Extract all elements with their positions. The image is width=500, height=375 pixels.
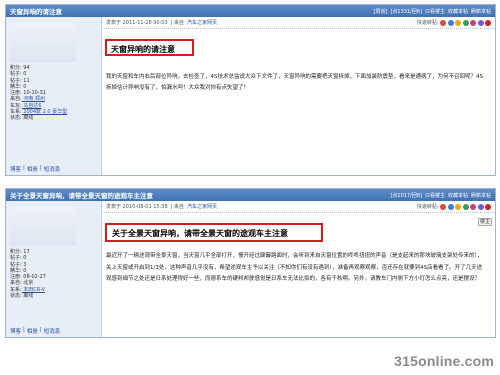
stat-value: 3 xyxy=(21,261,27,268)
author-actions: 博客 | 相册 | 短消息 xyxy=(10,327,61,335)
only-author-link[interactable]: 只看楼主 xyxy=(425,8,445,15)
stat-label: 精华: xyxy=(10,267,22,274)
post-title[interactable]: 天窗异响的请注意 xyxy=(10,6,62,16)
stat-label: 帖子: xyxy=(10,261,22,268)
stat-value: 离线 xyxy=(21,115,34,122)
only-author-link[interactable]: 只看楼主 xyxy=(425,192,445,199)
share-icon[interactable] xyxy=(477,19,484,26)
avatar[interactable] xyxy=(10,206,76,246)
watermark: 315online.com xyxy=(394,353,494,369)
share-icon[interactable] xyxy=(440,19,446,26)
post-1: 天窗异响的请注意 [原创] [点1331/回6] 只看楼主 收藏本帖 刷新本帖 … xyxy=(5,4,496,176)
highlighted-heading: 天窗异响的请注意 xyxy=(105,39,194,56)
share-icon[interactable] xyxy=(485,19,491,26)
stat-value[interactable]: 河南 郑州 xyxy=(22,96,45,102)
thread-tools: [原创] [点1331/回6] 只看楼主 收藏本帖 刷新本帖 xyxy=(374,8,491,15)
blog-link[interactable]: 博客 xyxy=(10,165,21,173)
stat-label: 精华: xyxy=(10,83,22,90)
thread-tools: [点1017/回8] 只看楼主 收藏本帖 刷新本帖 xyxy=(390,192,491,199)
stat-value: 0 xyxy=(21,255,27,262)
stat-value: 0 xyxy=(21,267,27,274)
post-title-bar: 关于全景天窗异响，请带全景天窗的途观车主注意 [点1017/回8] 只看楼主 收… xyxy=(6,189,495,201)
stat-label: 来自: xyxy=(10,280,22,287)
post-content: 最近开了一辆途观带全景天窗，当天窗几乎全部打开，慢开经过颠簸路面时，会听到来自天… xyxy=(106,253,483,282)
author-sidebar: 积分: 17 帖子: 0 帖子: 3 精华: 0 注册: 08-02-27 来自: 北京车… xyxy=(6,201,102,337)
post-meta: 发表于 2011-11-28 00:03 | 来自 汽车之家网页 快速转贴: xyxy=(102,17,495,29)
stat-value: 11 xyxy=(21,77,30,84)
highlighted-heading: 关于全景天窗异响，请带全景天窗的途观车主注意 xyxy=(105,223,323,242)
from-label: | 来自 xyxy=(170,20,184,26)
author-stat-row: 状态: 离线 xyxy=(10,115,97,121)
share-icon[interactable] xyxy=(455,19,461,26)
stat-label: 来自: xyxy=(10,96,22,103)
favorite-link[interactable]: 收藏本帖 xyxy=(448,8,468,15)
stat-label: 帖子: xyxy=(10,71,22,78)
stat-label: 帖子: xyxy=(10,255,22,262)
stat-label: 帖子: xyxy=(10,77,22,84)
author-sidebar: 积分: 94 帖子: 0 帖子: 11 精华: 0 注册: 10-10-31 来自: 河南… xyxy=(6,17,102,175)
source-link[interactable]: 汽车之家网页 xyxy=(187,19,217,26)
album-link[interactable]: 相册 xyxy=(27,327,38,335)
favorite-link[interactable]: 收藏本帖 xyxy=(448,192,468,199)
stat-value[interactable]: 本田CR-V xyxy=(22,287,45,293)
post-title-bar: 天窗异响的请注意 [原创] [点1331/回6] 只看楼主 收藏本帖 刷新本帖 xyxy=(6,5,495,17)
share-bar: 快速转贴: xyxy=(417,203,491,210)
share-label: 快速转贴: xyxy=(416,20,439,26)
refresh-link[interactable]: 刷新本帖 xyxy=(471,8,491,15)
author-stats: 积分: 94 帖子: 0 帖子: 11 精华: 0 注册: 10-10-31 来自: 河南… xyxy=(10,65,97,122)
share-icon[interactable] xyxy=(455,203,461,210)
album-link[interactable]: 相册 xyxy=(27,165,38,173)
stat-label: 车友: xyxy=(10,102,22,109)
author-actions: 博客 | 相册 | 短消息 xyxy=(10,165,61,173)
share-bar: 快速转贴: xyxy=(417,19,491,26)
message-link[interactable]: 短消息 xyxy=(44,327,61,335)
share-icon[interactable] xyxy=(462,19,469,26)
message-link[interactable]: 短消息 xyxy=(44,165,61,173)
from-label: | 来自 xyxy=(170,204,184,210)
avatar[interactable] xyxy=(10,22,76,62)
stat-label: 状态: xyxy=(10,293,22,300)
share-icon[interactable] xyxy=(470,19,476,26)
blog-link[interactable]: 博客 xyxy=(10,327,21,335)
stat-label: 车系: xyxy=(10,286,22,293)
share-icon[interactable] xyxy=(447,203,454,210)
post-date: 发表于 2010-08-01 15:38 xyxy=(106,204,168,210)
stat-value[interactable]: 马自达6 xyxy=(22,103,41,109)
view-reply-count: [点1331/回6] xyxy=(390,8,422,15)
stat-value: 北京 xyxy=(21,280,34,287)
post-main: 发表于 2011-11-28 00:03 | 来自 汽车之家网页 快速转贴: 天… xyxy=(102,17,495,175)
post-2: 关于全景天窗异响，请带全景天窗的途观车主注意 [点1017/回8] 只看楼主 收… xyxy=(5,188,496,338)
source-link[interactable]: 汽车之家网页 xyxy=(187,203,217,210)
post-date: 发表于 2011-11-28 00:03 xyxy=(106,20,168,26)
refresh-link[interactable]: 刷新本帖 xyxy=(471,192,491,199)
stat-value: 0 xyxy=(21,71,27,78)
floor-button[interactable]: 楼主 xyxy=(478,218,492,226)
share-label: 快速转贴: xyxy=(416,204,439,210)
share-icon[interactable] xyxy=(477,203,484,210)
view-reply-count: [点1017/回8] xyxy=(390,192,422,199)
share-icon[interactable] xyxy=(447,19,454,26)
author-stats: 积分: 17 帖子: 0 帖子: 3 精华: 0 注册: 08-02-27 来自: 北京车… xyxy=(10,249,97,299)
stat-value: 0 xyxy=(21,83,27,90)
original-tag: [原创] xyxy=(373,8,388,15)
author-stat-row: 状态: 离线 xyxy=(10,293,97,299)
post-content: 我的天窗和车内右后部位异响，去检查了，4S技术总监说大众下文件了，天窗异响的需要… xyxy=(106,74,483,91)
share-icon[interactable] xyxy=(440,203,446,210)
stat-value: 离线 xyxy=(21,293,34,300)
post-meta: 发表于 2010-08-01 15:38 | 来自 汽车之家网页 快速转贴: xyxy=(102,201,495,213)
stat-label: 状态: xyxy=(10,115,22,122)
share-icon[interactable] xyxy=(462,203,469,210)
share-icon[interactable] xyxy=(470,203,476,210)
post-main: 发表于 2010-08-01 15:38 | 来自 汽车之家网页 快速转贴: 楼… xyxy=(102,201,495,337)
share-icon[interactable] xyxy=(485,203,491,210)
post-title[interactable]: 关于全景天窗异响，请带全景天窗的途观车主注意 xyxy=(10,190,153,200)
